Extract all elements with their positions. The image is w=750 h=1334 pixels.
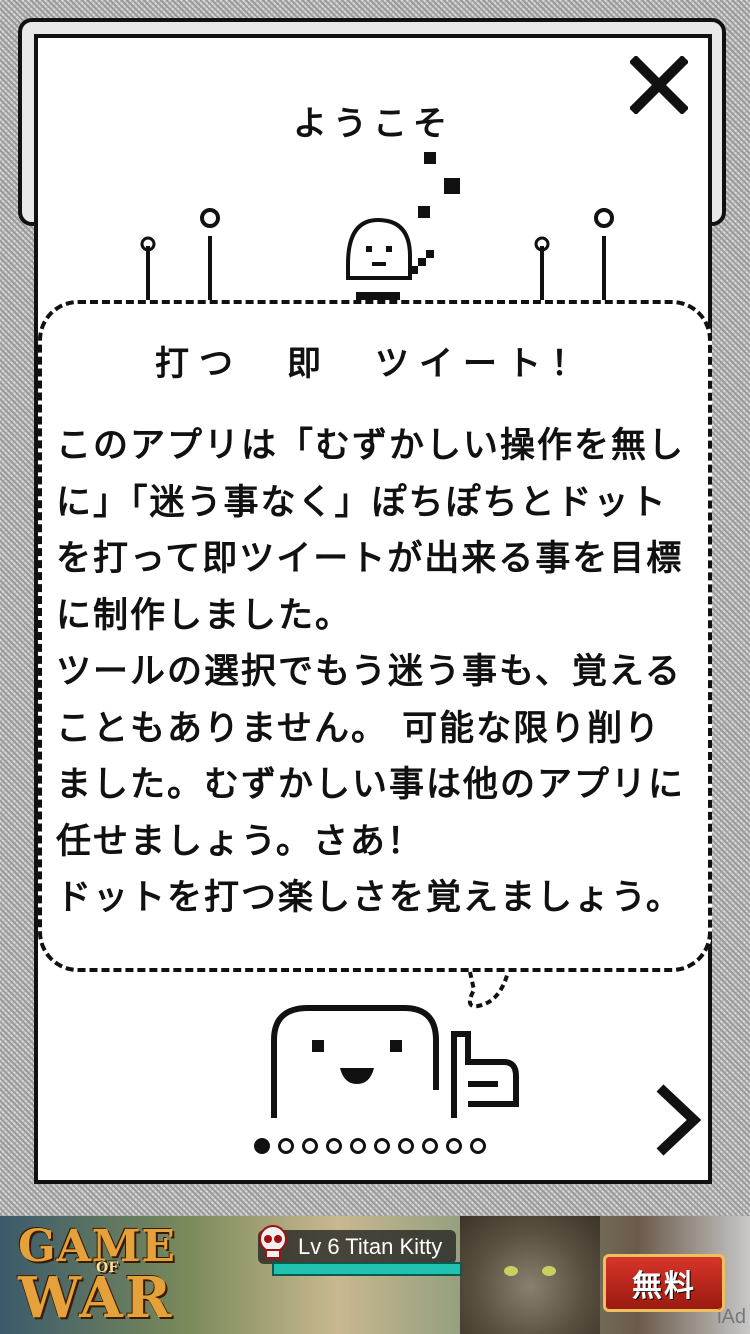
page-dot[interactable] <box>302 1138 318 1154</box>
page-dot[interactable] <box>422 1138 438 1154</box>
page-dot[interactable] <box>470 1138 486 1154</box>
skull-icon <box>259 1225 287 1259</box>
page-indicator <box>0 1138 750 1154</box>
ad-cat-image <box>460 1216 600 1334</box>
close-button[interactable] <box>626 52 692 118</box>
ad-game-logo: GAME OF WAR <box>18 1224 198 1328</box>
ad-level-bar <box>272 1262 462 1276</box>
speech-bubble: 打つ 即 ツイート！ このアプリは「むずかしい操作を無しに」「迷う事なく」ぽちぽ… <box>38 300 712 972</box>
cat-eye <box>542 1266 556 1276</box>
page-dot[interactable] <box>398 1138 414 1154</box>
mascot-illustration <box>271 1005 519 1118</box>
dialog-title: ようこそ <box>293 104 453 144</box>
ad-free-button[interactable]: 無料 <box>603 1254 725 1312</box>
bubble-body-text: このアプリは「むずかしい操作を無しに」「迷う事なく」ぽちぽちとドットを打って即ツ… <box>56 426 686 918</box>
bubble-heading: 打つ 即 ツイート！ <box>155 344 595 384</box>
page-dot[interactable] <box>446 1138 462 1154</box>
ad-logo-of: OF <box>96 1260 119 1276</box>
iad-badge: iAd <box>717 1306 746 1328</box>
pixel-scene-illustration <box>98 152 660 316</box>
ad-logo-line2: WAR <box>18 1265 174 1331</box>
close-icon <box>630 56 688 114</box>
page-dot[interactable] <box>350 1138 366 1154</box>
cat-eye <box>504 1266 518 1276</box>
page-dot[interactable] <box>326 1138 342 1154</box>
page-dot-active[interactable] <box>254 1138 270 1154</box>
ad-level-label: Lv 6 Titan Kitty <box>298 1234 443 1259</box>
page-dot[interactable] <box>278 1138 294 1154</box>
page-dot[interactable] <box>374 1138 390 1154</box>
